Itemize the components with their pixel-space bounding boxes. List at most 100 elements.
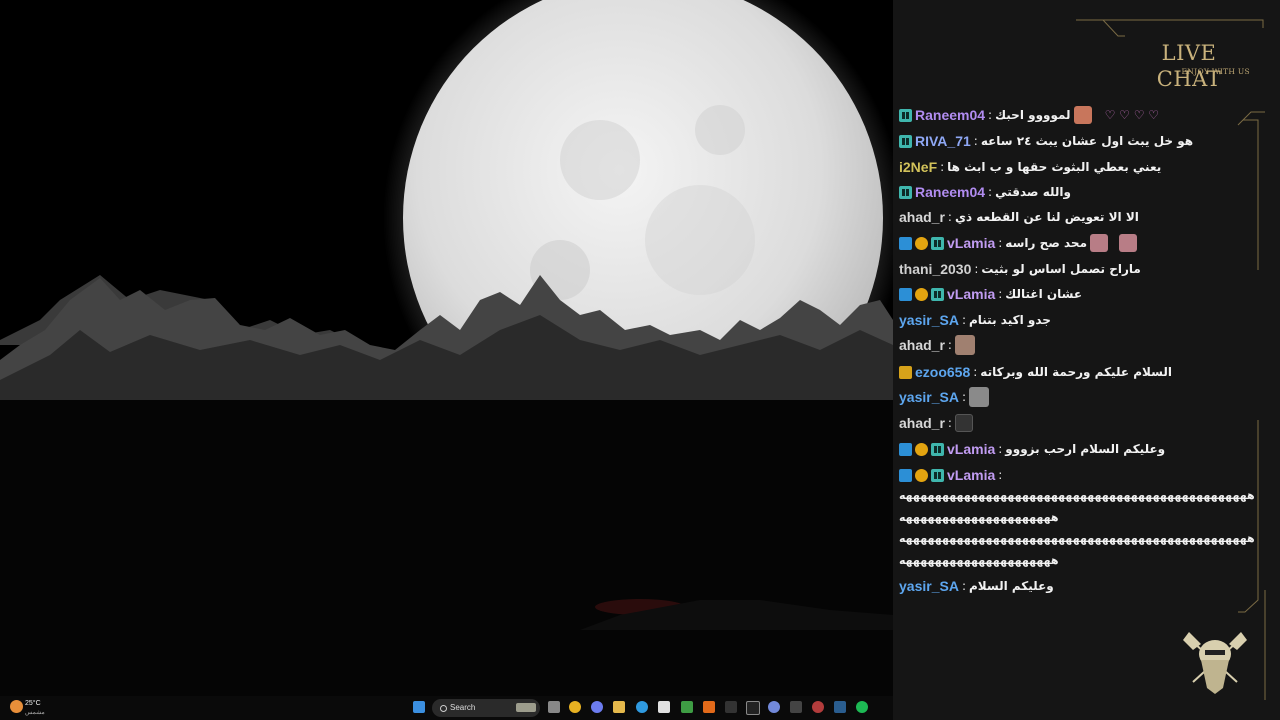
search-icon: [440, 705, 447, 712]
chat-separator: :: [961, 390, 966, 404]
chat-message: ezoo658 : السلام عليكم ورحمة الله وبركات…: [899, 361, 1234, 383]
chat-text: الا الا تعويض لنا عن القطعه ذي: [954, 210, 1139, 224]
chat-separator: :: [988, 185, 993, 199]
chat-message: vLamia :: [899, 464, 1234, 486]
chat-username[interactable]: Raneem04: [915, 107, 985, 123]
chat-text: يعني بعطي البثوث حقها و ب ابث ها: [947, 160, 1162, 174]
chrome-icon[interactable]: [569, 701, 581, 713]
chat-message: ahad_r : الا الا تعويض لنا عن القطعه ذي: [899, 206, 1234, 228]
chat-username[interactable]: yasir_SA: [899, 312, 959, 328]
emote-icon: [954, 335, 975, 355]
weather-icon[interactable]: [10, 700, 23, 713]
chat-separator: :: [974, 262, 979, 276]
chat-message: i2NeF : يعني بعطي البثوث حقها و ب ابث ها: [899, 156, 1234, 178]
chat-text: جدو اكيد بتنام: [968, 313, 1051, 327]
chat-username[interactable]: yasir_SA: [899, 578, 959, 594]
chat-username[interactable]: ahad_r: [899, 415, 945, 431]
chat-separator: :: [947, 416, 952, 430]
chat-message: yasir_SA : جدو اكيد بتنام: [899, 309, 1234, 331]
number-one-badge-icon: [915, 468, 928, 482]
chat-text: ماراح تصمل اساس لو بثيت: [981, 262, 1141, 276]
arrow-badge-icon: [899, 236, 912, 250]
chat-username[interactable]: i2NeF: [899, 159, 937, 175]
chat-username[interactable]: thani_2030: [899, 261, 971, 277]
chat-message: Raneem04 : والله صدقتي: [899, 181, 1234, 203]
number-one-badge-icon: [915, 287, 928, 301]
widgets-icon[interactable]: [516, 703, 536, 712]
number-one-badge-icon: [915, 442, 928, 456]
chat-text: لموووو احبك: [995, 108, 1071, 122]
subscriber-badge-icon: [931, 442, 944, 456]
chat-separator: :: [947, 210, 952, 224]
chat-text-line: هههههههههههههههههههههه: [899, 511, 1059, 524]
emote-icon: [1073, 106, 1092, 124]
chat-text: محد صح راسه: [1005, 236, 1088, 250]
store-icon[interactable]: [658, 701, 670, 713]
chat-message: thani_2030 : ماراح تصمل اساس لو بثيت: [899, 258, 1234, 280]
subscriber-badge-icon: [899, 185, 912, 199]
chat-text: وعليكم السلام ارحب بزووو: [1005, 442, 1166, 456]
moon-mountain-scene: [0, 0, 893, 696]
chat-separator: :: [998, 468, 1003, 482]
chat-username[interactable]: ahad_r: [899, 337, 945, 353]
subscriber-badge-icon: [931, 236, 944, 250]
chat-username[interactable]: ezoo658: [915, 364, 970, 380]
chat-username[interactable]: ahad_r: [899, 209, 945, 225]
arrow-badge-icon: [899, 442, 912, 456]
chat-message: RIVA_71 : هو خل يبث اول عشان يبث ٢٤ ساعه: [899, 130, 1234, 152]
file-explorer-icon[interactable]: [613, 701, 625, 713]
subscriber-badge-icon: [899, 134, 912, 148]
chat-separator: :: [998, 442, 1003, 456]
chat-username[interactable]: yasir_SA: [899, 389, 959, 405]
chat-separator: :: [988, 108, 993, 122]
emote-icon: [954, 414, 973, 432]
chat-text-line: هههههههههههههههههههههههههههههههههههههههه…: [899, 532, 1255, 545]
chat-separator: :: [940, 160, 945, 174]
arrow-badge-icon: [899, 287, 912, 301]
terminal-icon[interactable]: [790, 701, 802, 713]
emote-icon: [1119, 234, 1138, 252]
chat-username[interactable]: vLamia: [947, 235, 995, 251]
desktop-wallpaper: [0, 0, 893, 720]
chat-username[interactable]: vLamia: [947, 441, 995, 457]
heart-icons: ♡ ♡ ♡ ♡: [1104, 108, 1160, 122]
chat-message: yasir_SA : وعليكم السلام: [899, 575, 1234, 597]
vlc-icon[interactable]: [703, 701, 715, 713]
crown-badge-icon: [899, 365, 912, 379]
chat-text-line: هههههههههههههههههههههه: [899, 554, 1059, 567]
chat-text: هو خل يبث اول عشان يبث ٢٤ ساعه: [980, 134, 1194, 148]
chat-separator: :: [973, 134, 978, 148]
task-view-icon[interactable]: [548, 701, 560, 713]
steam-icon[interactable]: [834, 701, 846, 713]
copilot-icon[interactable]: [591, 701, 603, 713]
xbox-icon[interactable]: [681, 701, 693, 713]
search-placeholder: Search: [450, 703, 476, 712]
obs-icon[interactable]: [812, 701, 824, 713]
chat-message: ahad_r :: [899, 412, 1234, 434]
chat-username[interactable]: vLamia: [947, 467, 995, 483]
chat-message: vLamia : عشان اغتالك: [899, 283, 1234, 305]
chat-username[interactable]: Raneem04: [915, 184, 985, 200]
number-one-badge-icon: [915, 236, 928, 250]
arrow-badge-icon: [899, 468, 912, 482]
capcut-icon[interactable]: [725, 701, 737, 713]
spotify-icon[interactable]: [856, 701, 868, 713]
chat-separator: :: [947, 338, 952, 352]
chat-message: vLamia : وعليكم السلام ارحب بزووو: [899, 438, 1234, 460]
viking-logo-icon: [1183, 632, 1247, 694]
edge-icon[interactable]: [636, 701, 648, 713]
chat-username[interactable]: RIVA_71: [915, 133, 971, 149]
weather-temperature: 25°C: [25, 700, 41, 707]
chat-text-line: هههههههههههههههههههههههههههههههههههههههه…: [899, 489, 1255, 502]
chat-text: والله صدقتي: [995, 185, 1071, 199]
x-app-icon[interactable]: [746, 701, 760, 715]
chat-text: وعليكم السلام: [968, 579, 1054, 593]
emote-icon: [968, 387, 989, 407]
chat-username[interactable]: vLamia: [947, 286, 995, 302]
chat-separator: :: [973, 365, 978, 379]
windows-start-icon[interactable]: [413, 701, 425, 713]
live-chat-title: LIVE CHAT: [1156, 41, 1222, 91]
weather-condition: مشمس: [25, 710, 45, 716]
subscriber-badge-icon: [931, 287, 944, 301]
discord-icon[interactable]: [768, 701, 780, 713]
